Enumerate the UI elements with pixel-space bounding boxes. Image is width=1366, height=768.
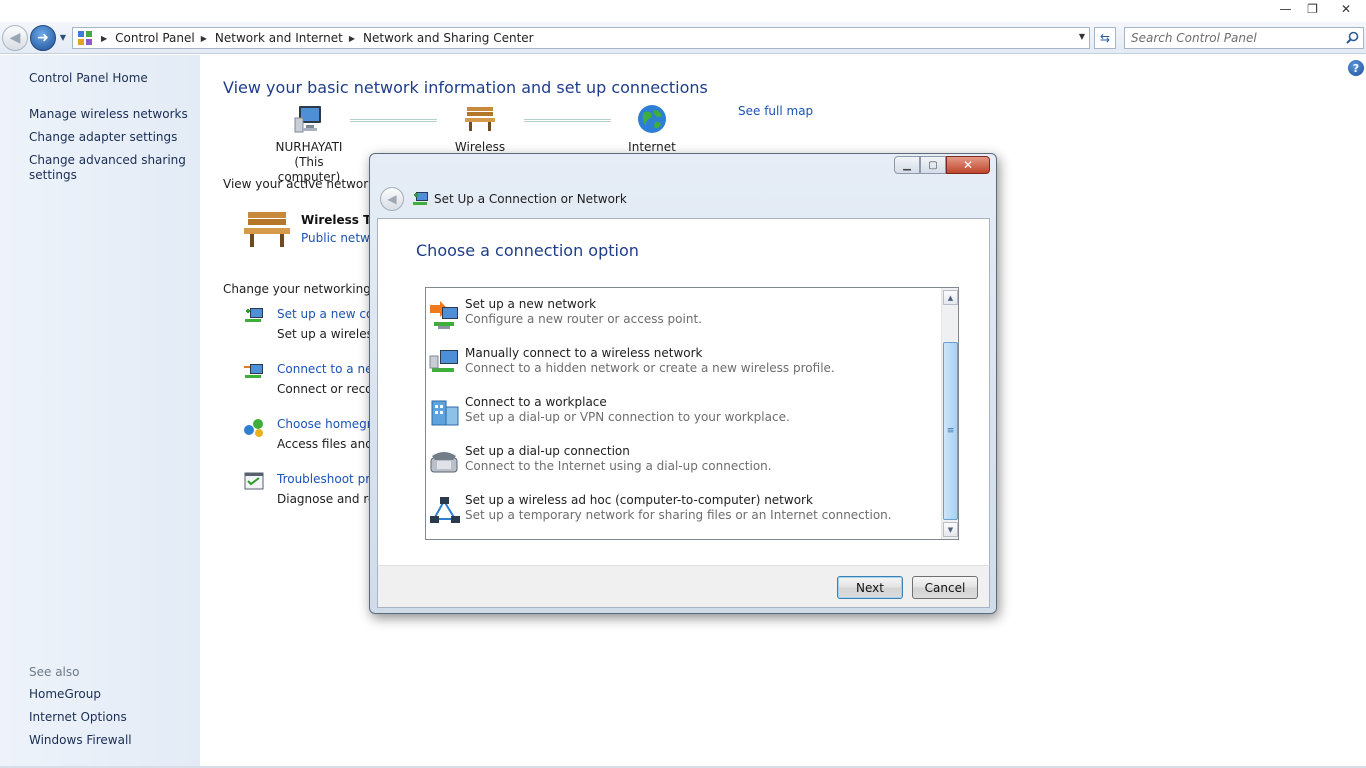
list-item-new-network[interactable]: Set up a new network Configure a new rou… — [428, 291, 940, 337]
see-also-internet-options[interactable]: Internet Options — [29, 710, 189, 725]
task-desc-set-up-new-connection: Set up a wireless, — [277, 327, 383, 341]
list-item-workplace[interactable]: Connect to a workplace Set up a dial-up … — [428, 389, 940, 435]
map-node-internet[interactable]: Internet — [612, 104, 692, 155]
computer-name: NURHAYATI — [275, 140, 343, 154]
homegroup-icon — [243, 416, 265, 438]
connection-options-list: Set up a new network Configure a new rou… — [425, 287, 959, 540]
task-desc-connect-to-network: Connect or recon — [277, 382, 381, 396]
computer-icon — [262, 104, 356, 134]
list-item-dial-up[interactable]: Set up a dial-up connection Connect to t… — [428, 438, 940, 484]
option-description: Connect to the Internet using a dial-up … — [465, 459, 772, 473]
back-arrow-icon: ◀ — [9, 30, 21, 46]
sidebar-item-change-advanced-sharing-settings[interactable]: Change advanced sharing settings — [29, 153, 189, 183]
refresh-icon: ⇆ — [1099, 31, 1111, 45]
refresh-button[interactable]: ⇆ — [1094, 27, 1116, 49]
dialog-body: Choose a connection option Set up a new … — [377, 218, 990, 565]
see-also-windows-firewall[interactable]: Windows Firewall — [29, 733, 189, 748]
forward-arrow-icon: ➜ — [37, 30, 49, 46]
option-description: Set up a dial-up or VPN connection to yo… — [465, 410, 790, 424]
scroll-down-button[interactable]: ▼ — [943, 522, 958, 537]
router-setup-icon — [428, 297, 462, 331]
task-link-choose-homegroup[interactable]: Choose homegro — [277, 417, 379, 431]
dialog-window-controls: ▁ ▢ ✕ — [894, 156, 990, 174]
map-connection-line — [524, 119, 611, 122]
network-location-link[interactable]: Public netwo — [301, 231, 377, 245]
network-setup-icon — [412, 190, 430, 211]
option-description: Set up a temporary network for sharing f… — [465, 508, 892, 522]
breadcrumb-separator-icon: ▶ — [101, 33, 108, 43]
change-networking-settings-heading: Change your networking se — [223, 282, 389, 296]
connect-network-icon — [243, 361, 265, 383]
search-input[interactable] — [1125, 28, 1335, 48]
back-arrow-icon: ◀ — [387, 192, 397, 206]
breadcrumb-control-panel[interactable]: Control Panel — [115, 31, 195, 45]
navigation-bar: ◀ ➜ ▼ ▶ Control Panel ▶ Network and Inte… — [0, 22, 1366, 54]
address-bar[interactable]: ▶ Control Panel ▶ Network and Internet ▶… — [72, 27, 1090, 49]
vertical-scrollbar[interactable]: ▲ ≡ ▼ — [941, 288, 958, 539]
option-title: Manually connect to a wireless network — [465, 346, 703, 360]
new-connection-icon — [243, 305, 265, 327]
option-title: Set up a wireless ad hoc (computer-to-co… — [465, 493, 813, 507]
map-connection-line — [350, 119, 437, 122]
ad-hoc-network-icon — [428, 493, 462, 527]
task-link-troubleshoot[interactable]: Troubleshoot pro — [277, 472, 377, 486]
workplace-building-icon — [428, 395, 462, 429]
dialog-close-button[interactable]: ✕ — [946, 156, 990, 174]
option-title: Set up a new network — [465, 297, 597, 311]
left-navigation-pane: Control Panel Home Manage wireless netwo… — [0, 55, 200, 768]
breadcrumb-network-and-internet[interactable]: Network and Internet — [215, 31, 343, 45]
sidebar-item-change-adapter-settings[interactable]: Change adapter settings — [29, 130, 189, 145]
forward-button[interactable]: ➜ — [30, 25, 56, 51]
see-also-heading: See also — [29, 665, 80, 679]
search-box — [1124, 27, 1364, 49]
setup-connection-dialog: ▁ ▢ ✕ ◀ Set Up a Connection or Network C… — [369, 153, 997, 614]
dialog-back-button[interactable]: ◀ — [380, 187, 404, 211]
dialog-heading: Choose a connection option — [416, 241, 639, 260]
bench-icon — [430, 104, 530, 134]
wireless-computer-icon — [428, 346, 462, 380]
option-description: Configure a new router or access point. — [465, 312, 702, 326]
scrollbar-thumb[interactable]: ≡ — [943, 342, 958, 520]
window-controls: — ❐ ✕ — [1272, 0, 1366, 18]
sidebar-item-manage-wireless-networks[interactable]: Manage wireless networks — [29, 107, 189, 122]
active-networks-heading: View your active networks — [223, 177, 382, 191]
breadcrumb-separator-icon: ▶ — [200, 33, 207, 43]
see-also-homegroup[interactable]: HomeGroup — [29, 687, 189, 702]
cancel-button[interactable]: Cancel — [912, 576, 978, 599]
chevron-down-icon: ▼ — [947, 525, 954, 534]
breadcrumb-network-and-sharing-center[interactable]: Network and Sharing Center — [363, 31, 534, 45]
scroll-up-button[interactable]: ▲ — [943, 290, 958, 305]
globe-icon — [612, 104, 692, 134]
dialog-maximize-button[interactable]: ▢ — [920, 156, 946, 174]
map-node-computer[interactable]: NURHAYATI (This computer) — [262, 104, 356, 185]
task-desc-troubleshoot: Diagnose and rep — [277, 492, 384, 506]
option-title: Set up a dial-up connection — [465, 444, 630, 458]
search-icon[interactable] — [1346, 31, 1359, 47]
minimize-button[interactable]: — — [1272, 0, 1299, 18]
dialog-title: Set Up a Connection or Network — [434, 192, 627, 206]
see-full-map-link[interactable]: See full map — [738, 104, 813, 118]
chevron-down-icon: ▼ — [59, 32, 67, 42]
address-dropdown-icon[interactable]: ▼ — [1079, 32, 1085, 41]
back-button[interactable]: ◀ — [2, 25, 28, 51]
chevron-up-icon: ▲ — [947, 293, 954, 302]
dialog-minimize-button[interactable]: ▁ — [894, 156, 920, 174]
option-title: Connect to a workplace — [465, 395, 607, 409]
troubleshoot-icon — [243, 471, 265, 493]
control-panel-icon — [75, 28, 95, 48]
close-button[interactable]: ✕ — [1326, 0, 1366, 18]
breadcrumb-separator-icon: ▶ — [348, 33, 356, 43]
list-item-ad-hoc[interactable]: Set up a wireless ad hoc (computer-to-co… — [428, 487, 940, 533]
next-button[interactable]: Next — [837, 576, 903, 599]
page-title: View your basic network information and … — [223, 78, 708, 97]
telephone-icon — [428, 444, 462, 478]
recent-pages-dropdown[interactable]: ▼ — [58, 32, 68, 42]
restore-button[interactable]: ❐ — [1299, 0, 1326, 18]
option-description: Connect to a hidden network or create a … — [465, 361, 835, 375]
sidebar-control-panel-home[interactable]: Control Panel Home — [29, 71, 189, 86]
list-item-manual-wireless[interactable]: Manually connect to a wireless network C… — [428, 340, 940, 386]
dialog-footer: Next Cancel — [377, 565, 990, 608]
bench-icon — [242, 208, 292, 251]
help-icon[interactable]: ? — [1348, 60, 1364, 76]
